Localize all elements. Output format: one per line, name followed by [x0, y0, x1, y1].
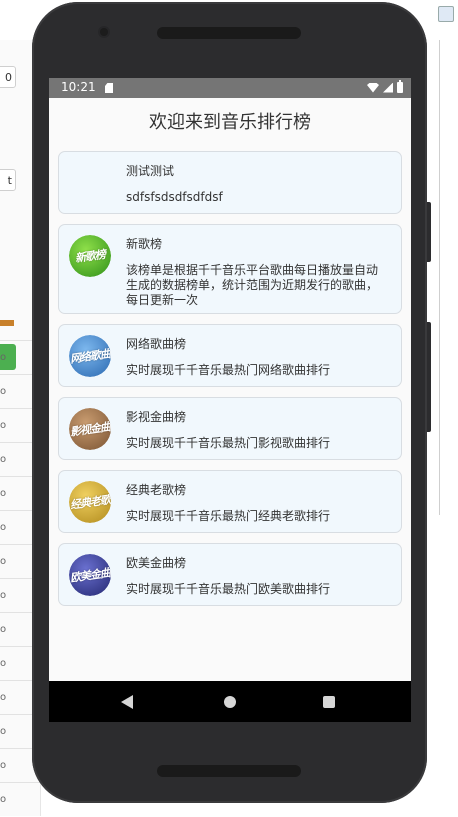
- chart-description: 该榜单是根据千千音乐平台歌曲每日播放量自动生成的数据榜单，统计范围为近期发行的歌…: [126, 263, 379, 307]
- internet-songs-icon: 网络歌曲: [69, 335, 111, 377]
- recent-apps-icon[interactable]: [323, 696, 335, 708]
- bottom-speaker: [157, 765, 301, 777]
- chart-description: sdfsfsdsdfsdfdsf: [126, 190, 223, 204]
- window-icon[interactable]: [438, 6, 454, 22]
- chart-name: 欧美金曲榜: [126, 556, 187, 570]
- chart-name: 测试测试: [126, 164, 175, 178]
- western-songs-icon: 欧美金曲: [69, 554, 111, 596]
- chart-name: 经典老歌榜: [126, 483, 187, 497]
- chart-description: 实时展现千千音乐最热门经典老歌排行: [126, 509, 331, 523]
- background-input[interactable]: 0: [0, 66, 16, 88]
- chart-list: 测试测试 sdfsfsdsdfsdfdsf 新歌榜 新歌榜 该榜单是根据千千音乐…: [58, 151, 402, 616]
- background-side-panel: [439, 40, 458, 515]
- background-button[interactable]: t: [0, 169, 16, 191]
- status-bar: 10:21: [49, 78, 411, 98]
- wifi-icon: [367, 82, 379, 93]
- home-icon[interactable]: [224, 696, 236, 708]
- back-icon[interactable]: [121, 695, 133, 709]
- phone-frame: 10:21 欢迎来到音乐排行榜 测试测试 sdfsfsdsdfsdfdsf 新歌…: [32, 2, 431, 803]
- new-songs-icon: 新歌榜: [69, 235, 111, 277]
- signal-icon: [383, 82, 393, 93]
- app-screen: 10:21 欢迎来到音乐排行榜 测试测试 sdfsfsdsdfsdfdsf 新歌…: [49, 78, 411, 722]
- chart-card-internet-songs[interactable]: 网络歌曲 网络歌曲榜 实时展现千千音乐最热门网络歌曲排行: [58, 324, 402, 387]
- chart-description: 实时展现千千音乐最热门欧美歌曲排行: [126, 582, 331, 596]
- chart-name: 影视金曲榜: [126, 410, 187, 424]
- chart-card-western-songs[interactable]: 欧美金曲 欧美金曲榜 实时展现千千音乐最热门欧美歌曲排行: [58, 543, 402, 606]
- sd-card-icon: [105, 83, 113, 93]
- battery-icon: [397, 80, 403, 93]
- front-camera: [100, 28, 108, 36]
- chart-description: 实时展现千千音乐最热门网络歌曲排行: [126, 363, 331, 377]
- film-tv-songs-icon: 影视金曲: [69, 408, 111, 450]
- volume-button[interactable]: [427, 202, 431, 262]
- chart-card-new-songs[interactable]: 新歌榜 新歌榜 该榜单是根据千千音乐平台歌曲每日播放量自动生成的数据榜单，统计范…: [58, 224, 402, 314]
- top-speaker: [157, 27, 301, 39]
- system-nav-bar: [49, 681, 411, 722]
- background-progress: [0, 320, 14, 326]
- chart-name: 网络歌曲榜: [126, 337, 187, 351]
- power-button[interactable]: [427, 322, 431, 432]
- status-time: 10:21: [61, 80, 96, 94]
- status-icons: [367, 80, 403, 93]
- chart-card-classic-songs[interactable]: 经典老歌 经典老歌榜 实时展现千千音乐最热门经典老歌排行: [58, 470, 402, 533]
- chart-card-test[interactable]: 测试测试 sdfsfsdsdfsdfdsf: [58, 151, 402, 214]
- page-title: 欢迎来到音乐排行榜: [149, 112, 311, 133]
- classic-songs-icon: 经典老歌: [69, 481, 111, 523]
- chart-name: 新歌榜: [126, 237, 163, 251]
- chart-description: 实时展现千千音乐最热门影视歌曲排行: [126, 436, 331, 450]
- background-row[interactable]: o: [0, 782, 40, 817]
- chart-card-film-tv-songs[interactable]: 影视金曲 影视金曲榜 实时展现千千音乐最热门影视歌曲排行: [58, 397, 402, 460]
